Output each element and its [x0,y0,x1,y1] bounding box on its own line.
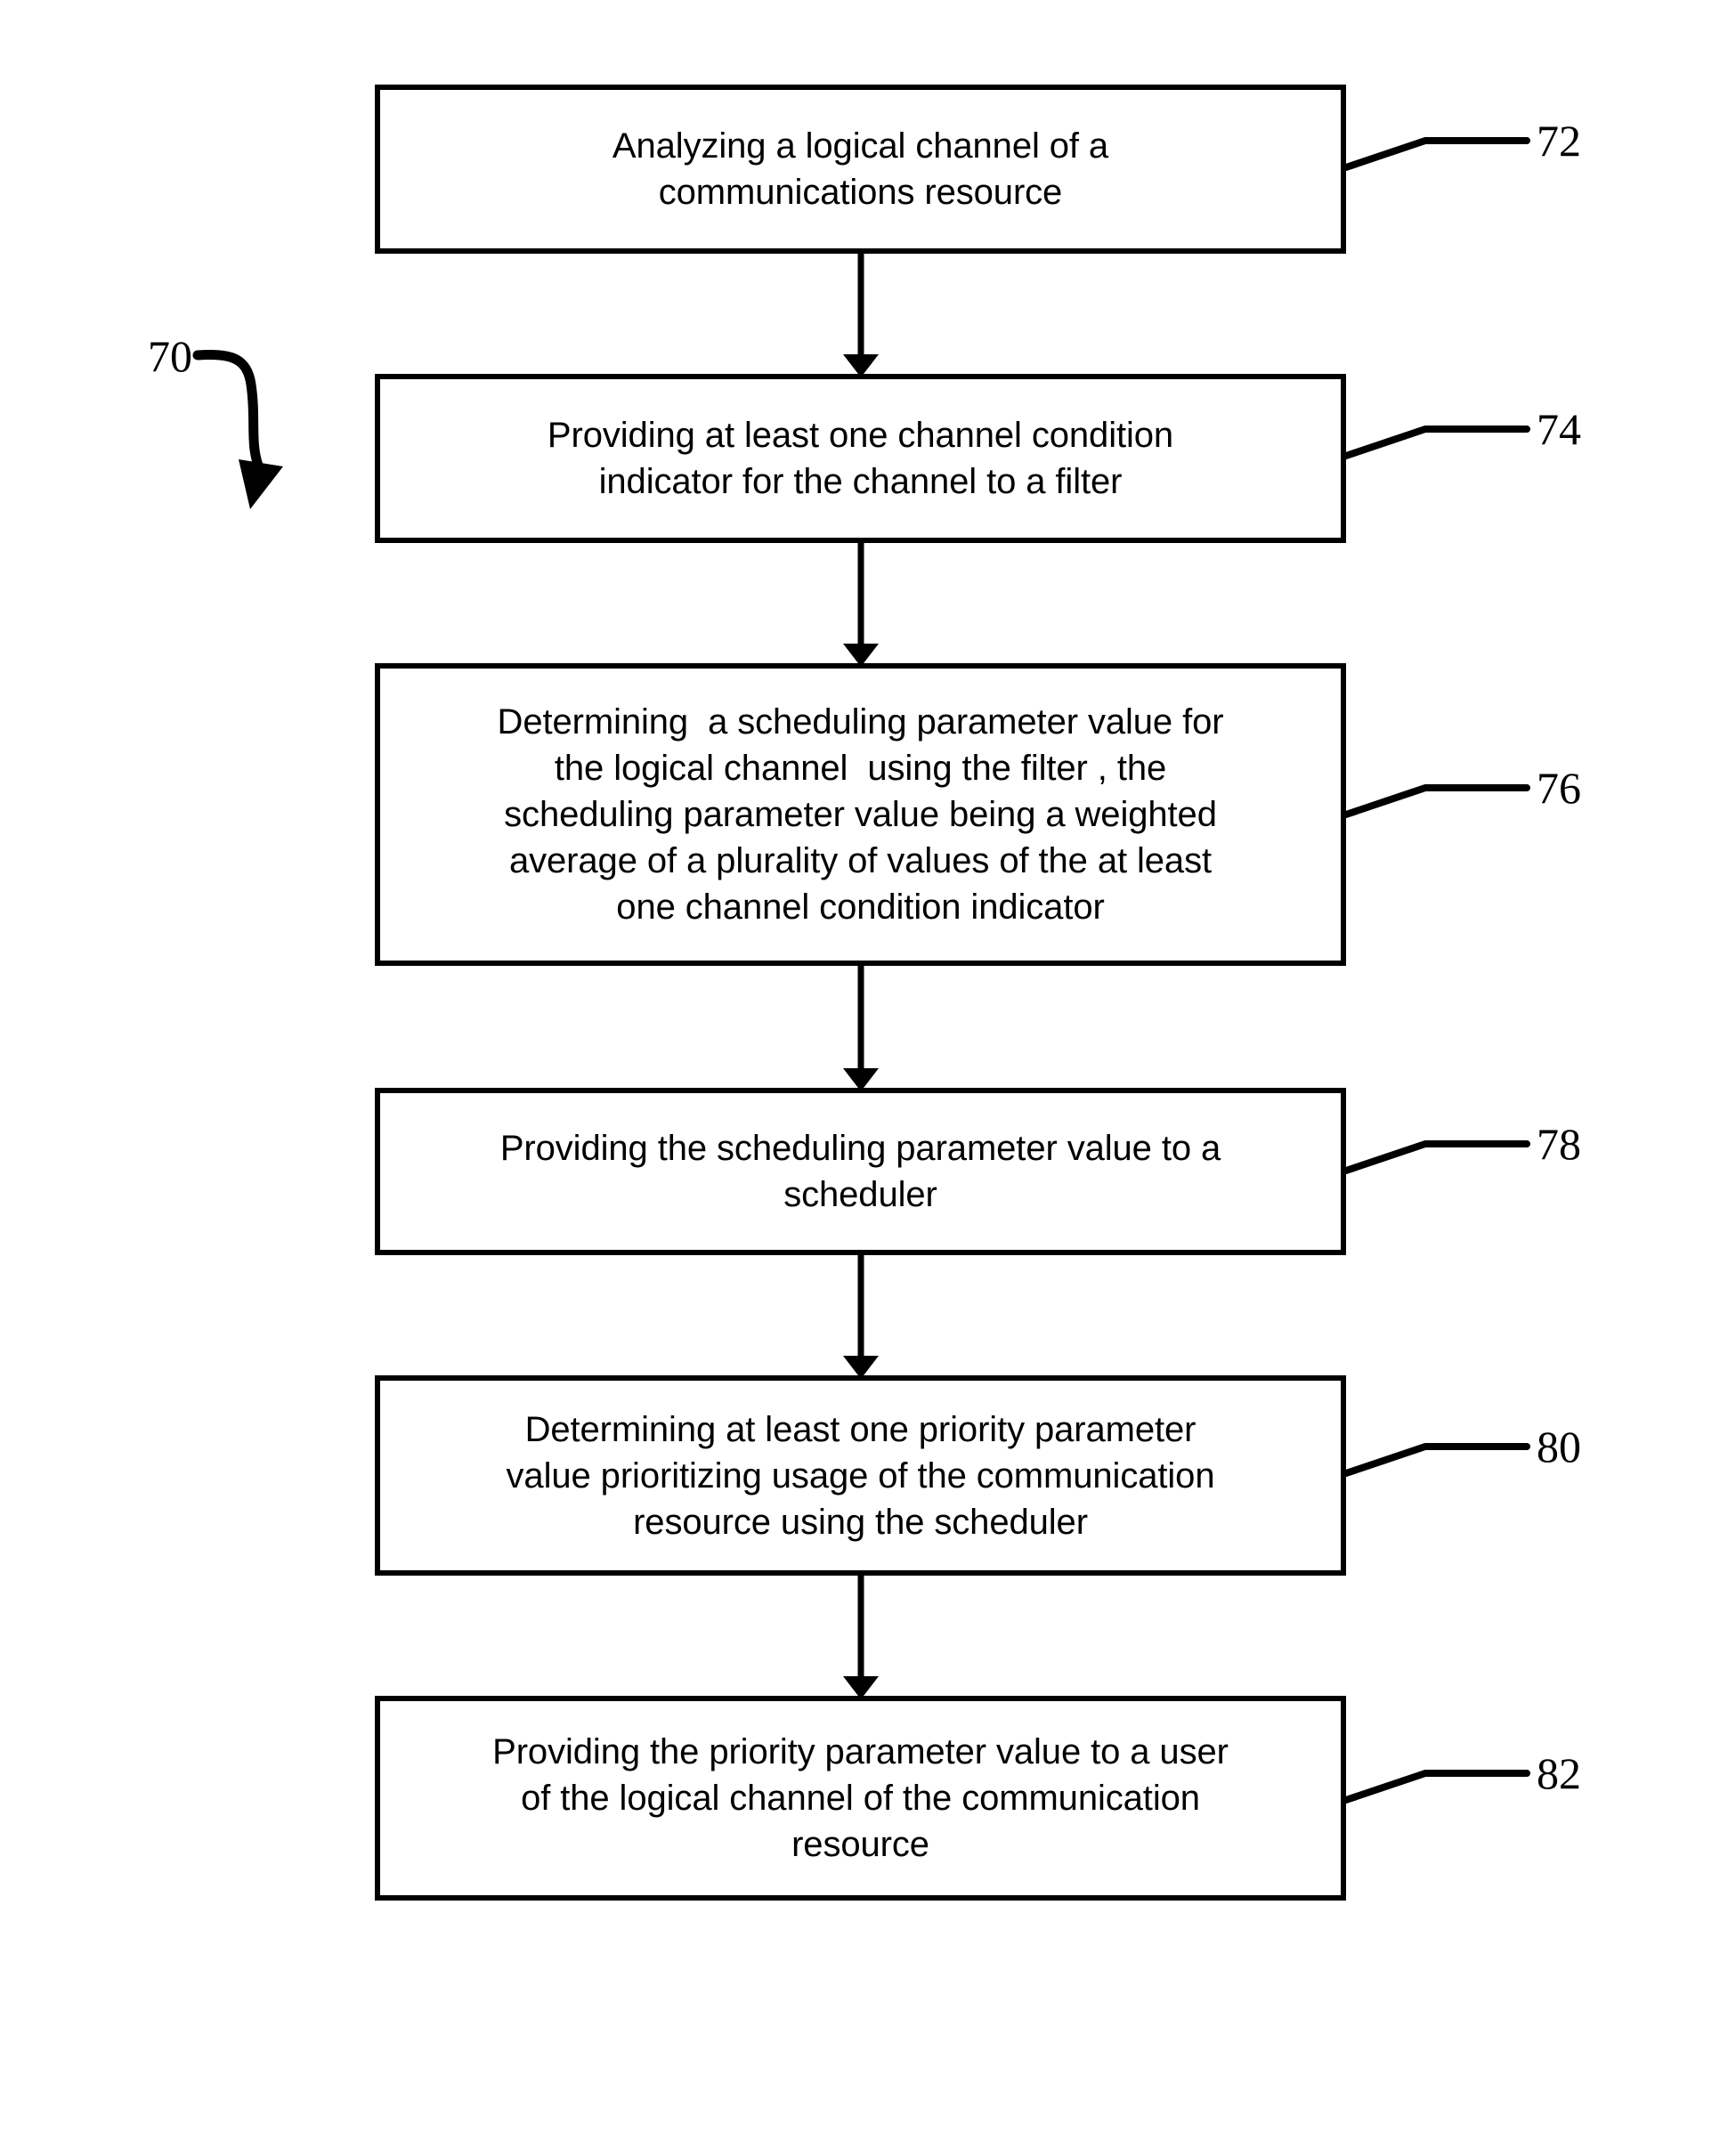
figure-reference-numeral-70: 70 [148,331,192,381]
flowchart-step-text-80: Determining at least one priority parame… [506,1409,1215,1542]
leader-line-80 [1343,1443,1530,1477]
flowchart-step-text-82: Providing the priority parameter value t… [492,1732,1229,1864]
leader-line-72 [1343,137,1530,171]
connector-78-80 [843,1255,879,1379]
leader-line-78 [1343,1140,1530,1174]
connector-74-76 [843,543,879,667]
leader-line-82 [1343,1770,1530,1804]
flowchart-step-box-82: Providing the priority parameter value t… [375,1696,1346,1901]
reference-numeral-72: 72 [1537,116,1581,166]
connector-80-82 [843,1576,879,1699]
flowchart-step-text-72: Analyzing a logical channel of a communi… [612,126,1109,212]
patent-flowchart-figure: Analyzing a logical channel of a communi… [0,0,1736,2132]
leader-line-76 [1343,784,1530,818]
leader-line-74 [1343,426,1530,459]
connector-72-74 [843,254,879,377]
flowchart-step-box-74: Providing at least one channel condition… [375,374,1346,543]
flowchart-step-box-80: Determining at least one priority parame… [375,1375,1346,1576]
reference-numeral-82: 82 [1537,1748,1581,1798]
connector-76-78 [843,966,879,1091]
flowchart-step-text-78: Providing the scheduling parameter value… [499,1129,1221,1214]
flowchart-step-text-74: Providing at least one channel condition… [547,416,1174,501]
reference-numeral-80: 80 [1537,1422,1581,1471]
flowchart-step-box-72: Analyzing a logical channel of a communi… [375,85,1346,254]
reference-numeral-76: 76 [1537,763,1581,813]
figure-label-arrow [192,349,283,509]
reference-numeral-74: 74 [1537,404,1581,454]
reference-numeral-78: 78 [1537,1119,1581,1169]
flowchart-step-box-78: Providing the scheduling parameter value… [375,1088,1346,1255]
flowchart-step-box-76: Determining a scheduling parameter value… [375,663,1346,966]
flowchart-step-text-76: Determining a scheduling parameter value… [497,702,1224,927]
